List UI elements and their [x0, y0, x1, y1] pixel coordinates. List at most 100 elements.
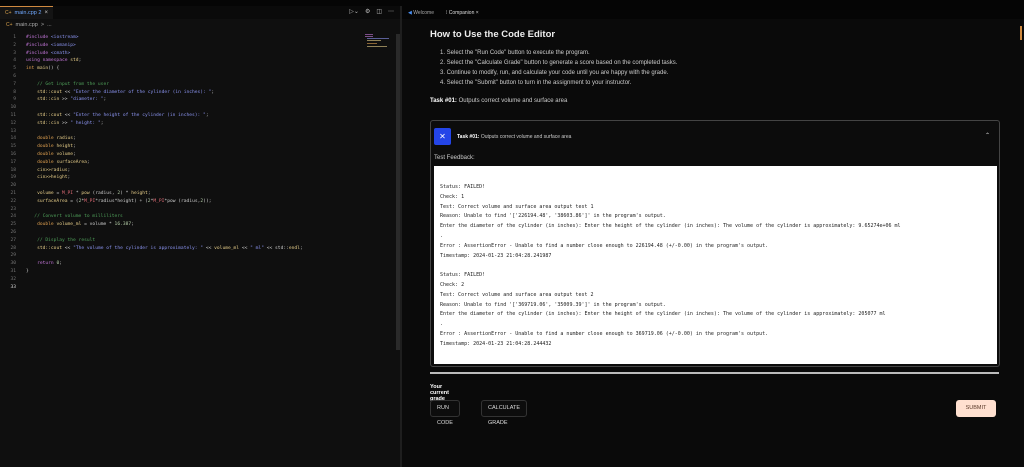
- feedback-line: Enter the diameter of the cylinder (in i…: [440, 311, 886, 318]
- code-token: M_PI: [84, 198, 96, 204]
- code-line[interactable]: 33: [0, 284, 395, 292]
- feedback-line: Reason: Unable to find '['226194.48', '3…: [440, 213, 666, 220]
- code-line[interactable]: 32: [0, 276, 395, 284]
- line-number: 20: [10, 183, 16, 189]
- chevron-up-icon[interactable]: ⌃: [985, 132, 990, 139]
- minimap[interactable]: [365, 34, 393, 52]
- line-number: 10: [10, 105, 16, 111]
- code-line[interactable]: 5 int main() {: [0, 65, 395, 73]
- code-token: ;: [205, 112, 209, 118]
- submit-button[interactable]: SUBMIT: [956, 400, 996, 417]
- code-token: () {: [48, 66, 60, 72]
- code-token: <<: [61, 112, 74, 118]
- tab-welcome[interactable]: ◀ Welcome: [402, 10, 440, 16]
- code-token: #include: [26, 50, 51, 56]
- code-token: >>: [59, 97, 71, 103]
- split-editor-icon[interactable]: ◫: [376, 8, 382, 15]
- code-line[interactable]: 12 std:: cin >> " height: ";: [0, 120, 395, 128]
- breadcrumb-symbol[interactable]: ...: [47, 22, 52, 28]
- code-token: <<: [61, 245, 74, 251]
- code-token: std::: [26, 112, 51, 118]
- run-debug-icon[interactable]: ▷⌄: [349, 8, 359, 15]
- code-line[interactable]: 29: [0, 252, 395, 260]
- code-token: endl: [288, 245, 300, 251]
- code-line[interactable]: 25 double volume_ml = volume * 16.387;: [0, 221, 395, 229]
- close-icon[interactable]: ×: [476, 10, 479, 16]
- tab-main-cpp[interactable]: C+ main.cpp 2 ×: [0, 6, 53, 19]
- code-line[interactable]: 28 std:: cout << "The volume of the cylin…: [0, 245, 395, 253]
- breadcrumb: C+ main.cpp > ...: [0, 19, 400, 30]
- code-line[interactable]: 19 cin>> height;: [0, 174, 395, 182]
- code-line[interactable]: 30 return 0;: [0, 260, 395, 268]
- code-token: surfaceArea: [56, 159, 87, 165]
- tab-label: Welcome: [413, 9, 434, 16]
- breadcrumb-file[interactable]: main.cpp: [16, 22, 38, 28]
- code-area[interactable]: 1 #include <iostream> 2 #include <iomanip> 3…: [0, 34, 395, 291]
- code-line[interactable]: 21 volume = M_PI * pow (radius, 2) * hei…: [0, 190, 395, 198]
- code-line[interactable]: 14 double radius;: [0, 135, 395, 143]
- code-line[interactable]: 9 std:: cin >> "diameter: ";: [0, 96, 395, 104]
- code-token: ;: [73, 144, 76, 150]
- code-line[interactable]: 2 #include <iomanip>: [0, 42, 395, 50]
- code-token: =: [53, 190, 62, 196]
- code-token: <iomanip>: [50, 42, 76, 48]
- line-number: 28: [10, 245, 16, 251]
- instruction-item: 2. Select the "Calculate Grade" button t…: [440, 60, 678, 66]
- run-code-button[interactable]: RUN CODE: [430, 400, 460, 426]
- code-line[interactable]: 13: [0, 128, 395, 136]
- task-card-title[interactable]: Task #01: Outputs correct volume and sur…: [457, 134, 571, 140]
- code-line[interactable]: 3 #include <cmath>: [0, 50, 395, 58]
- gear-icon[interactable]: ⚙: [365, 8, 370, 15]
- code-line[interactable]: 16 double volume;: [0, 151, 395, 159]
- code-token: height: [56, 144, 74, 150]
- code-line[interactable]: 20: [0, 182, 395, 190]
- line-number: 29: [10, 253, 16, 259]
- code-line[interactable]: 8 std:: cout << "Enter the diameter of th…: [0, 89, 395, 97]
- code-line[interactable]: 7 // Get input from the user: [0, 81, 395, 89]
- code-line[interactable]: 23: [0, 206, 395, 214]
- line-number: 3: [13, 50, 16, 56]
- companion-scrollbar[interactable]: [1020, 26, 1022, 40]
- calculate-grade-button[interactable]: CALCULATE GRADE: [481, 400, 527, 426]
- feedback-line: Check: 1: [440, 193, 465, 200]
- code-line[interactable]: 27 // Display the result: [0, 237, 395, 245]
- line-number: 9: [13, 97, 16, 103]
- code-token: std: [70, 58, 79, 64]
- code-line[interactable]: 6: [0, 73, 395, 81]
- task-number: Task #01:: [457, 134, 480, 140]
- code-line[interactable]: 15 double height;: [0, 143, 395, 151]
- code-token: cout: [50, 89, 62, 95]
- task-card: ✕ Task #01: Outputs correct volume and s…: [430, 120, 1000, 367]
- code-line[interactable]: 18 cin>> radius;: [0, 167, 395, 175]
- cpp-file-icon: C+: [5, 10, 12, 16]
- code-token: cout: [50, 112, 62, 118]
- tab-companion[interactable]: ⁞ Companion ×: [440, 10, 485, 16]
- breadcrumb-separator: >: [40, 21, 45, 28]
- code-line[interactable]: 4 using namespace std;: [0, 57, 395, 65]
- code-line[interactable]: 24 // Convert volume to milliliters: [0, 213, 395, 221]
- line-number: 1: [13, 35, 16, 40]
- task-description: Outputs correct volume and surface area: [480, 134, 572, 140]
- code-line[interactable]: 17 double surfaceArea;: [0, 159, 395, 167]
- code-token: radius: [56, 136, 74, 142]
- line-number: 33: [10, 284, 16, 290]
- line-number: 27: [10, 237, 16, 243]
- code-token: std::: [26, 120, 51, 126]
- line-number: 11: [10, 112, 16, 118]
- code-token: cin: [50, 120, 60, 126]
- code-line[interactable]: 1 #include <iostream>: [0, 34, 395, 42]
- code-line[interactable]: 26: [0, 229, 395, 237]
- feedback-line: Status: FAILED!: [440, 184, 486, 190]
- feedback-line: Timestamp: 2024-01-23 21:04:28.244432: [440, 340, 552, 347]
- code-line[interactable]: 10: [0, 104, 395, 112]
- more-actions-icon[interactable]: ⋯: [388, 8, 394, 15]
- code-token: "The volume of the cylinder is approxima…: [73, 245, 204, 251]
- code-token: ;: [78, 58, 82, 64]
- code-line[interactable]: 11 std:: cout << "Enter the height of the…: [0, 112, 395, 120]
- code-line[interactable]: 22 surfaceArea = (2 * M_PI *radius*height) …: [0, 198, 395, 206]
- code-token: volume_ml: [56, 222, 82, 228]
- close-icon[interactable]: ×: [44, 10, 48, 16]
- line-number: 22: [10, 198, 16, 204]
- feedback-line: Status: FAILED!: [440, 272, 486, 279]
- code-line[interactable]: 31}: [0, 268, 395, 276]
